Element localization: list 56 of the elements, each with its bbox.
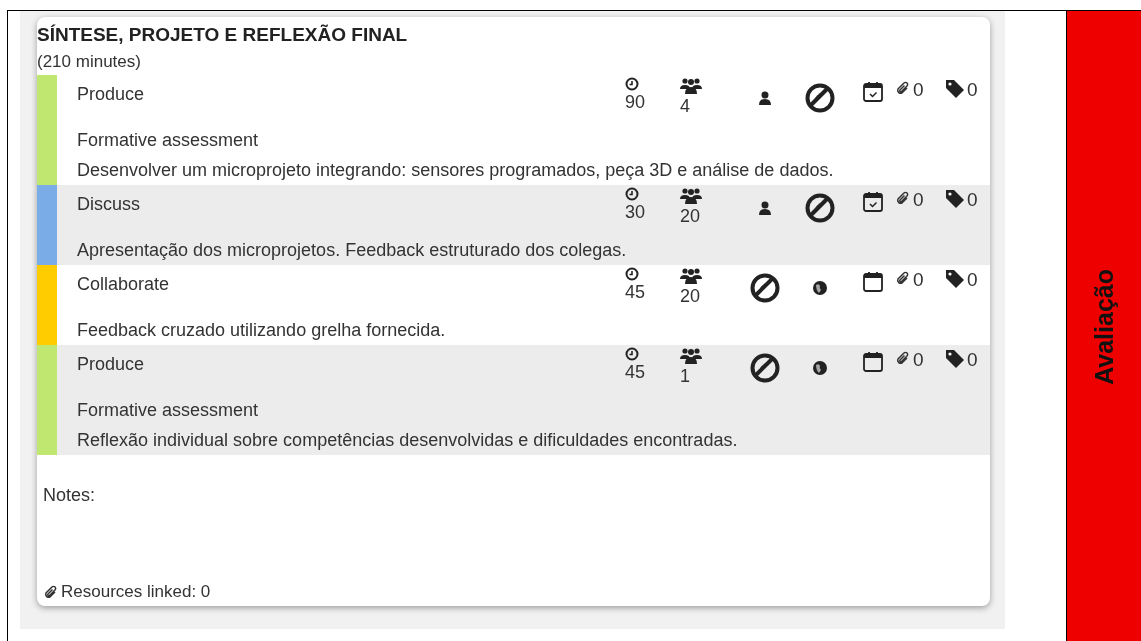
activity-description: Reflexão individual sobre competências desenvolvidas e dificuldades encontradas. — [77, 429, 739, 452]
globe-icon — [812, 360, 828, 376]
attachment-count: 0 — [913, 349, 924, 371]
activity-type: Produce — [77, 354, 146, 375]
person-icon — [757, 200, 773, 216]
clock-icon — [625, 77, 639, 91]
group-size-value: 1 — [680, 365, 690, 387]
calendar-icon — [861, 191, 884, 213]
section-title: SÍNTESE, PROJETO E REFLEXÃO FINAL — [37, 23, 409, 47]
activity-description: Apresentação dos microprojetos. Feedback estruturado dos colegas. — [77, 239, 628, 262]
activity-description: Feedback cruzado utilizando grelha fornecida. — [77, 319, 447, 342]
tag-count: 0 — [967, 189, 978, 211]
duration-value: 30 — [625, 201, 646, 223]
duration-value: 45 — [625, 361, 646, 383]
calendar-icon — [861, 81, 884, 103]
activity-type: Discuss — [77, 194, 141, 215]
tag-count: 0 — [967, 349, 978, 371]
attachment-count: 0 — [913, 79, 924, 101]
resources-linked: Resources linked: 0 — [61, 582, 211, 602]
paperclip-icon — [43, 583, 59, 601]
globe-icon — [812, 280, 828, 296]
group-size-value: 20 — [680, 205, 701, 227]
group-size-value: 20 — [680, 285, 701, 307]
assessment-label: Formative assessment — [77, 399, 260, 422]
clock-icon — [625, 347, 639, 361]
activity-type: Produce — [77, 84, 146, 105]
group-icon — [680, 77, 702, 95]
duration-value: 90 — [625, 91, 646, 113]
tag-count: 0 — [967, 269, 978, 291]
tag-icon — [945, 189, 965, 209]
assessment-label: Formative assessment — [77, 129, 260, 152]
activity-description: Desenvolver um microprojeto integrando: sensores programados, peça 3D e análise de dados. — [77, 159, 835, 182]
group-icon — [680, 187, 702, 205]
paperclip-icon — [895, 79, 911, 97]
activity-type: Collaborate — [77, 274, 171, 295]
calendar-icon — [861, 271, 884, 293]
paperclip-icon — [895, 189, 911, 207]
group-size-value: 4 — [680, 95, 690, 117]
tag-icon — [945, 269, 965, 289]
duration-value: 45 — [625, 281, 646, 303]
section-duration: (210 minutes) — [37, 51, 142, 73]
group-icon — [680, 267, 702, 285]
side-label: Avaliação — [1090, 268, 1119, 385]
calendar-icon — [861, 351, 884, 373]
notes-label: Notes: — [43, 485, 97, 506]
paperclip-icon — [895, 269, 911, 287]
tag-icon — [945, 349, 965, 369]
clock-icon — [625, 267, 639, 281]
attachment-count: 0 — [913, 269, 924, 291]
group-icon — [680, 347, 702, 365]
paperclip-icon — [895, 349, 911, 367]
clock-icon — [625, 187, 639, 201]
person-icon — [757, 90, 773, 106]
tag-icon — [945, 79, 965, 99]
attachment-count: 0 — [913, 189, 924, 211]
tag-count: 0 — [967, 79, 978, 101]
